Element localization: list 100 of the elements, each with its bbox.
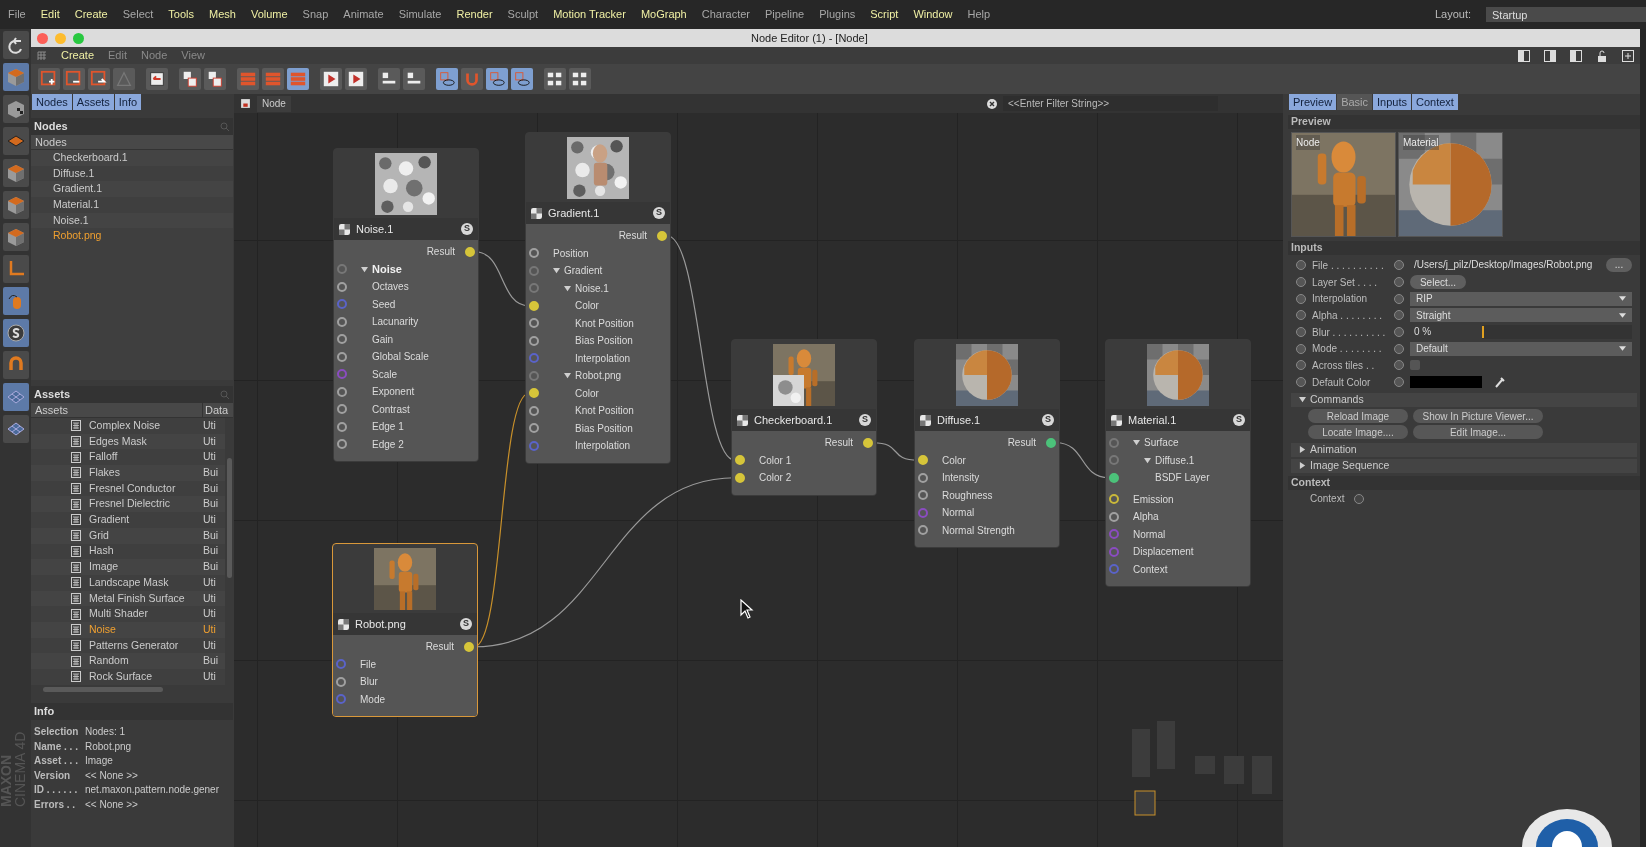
menu-item[interactable]: Help bbox=[967, 6, 991, 23]
menu-item[interactable]: Select bbox=[122, 6, 154, 23]
port[interactable] bbox=[337, 334, 347, 345]
tab[interactable]: Nodes bbox=[32, 94, 73, 110]
menu-item[interactable]: Snap bbox=[302, 6, 329, 23]
group-header[interactable]: Animation bbox=[1291, 442, 1637, 457]
menu-item[interactable]: Volume bbox=[250, 6, 288, 23]
lock-icon[interactable] bbox=[1596, 49, 1608, 62]
keyframe-icon[interactable] bbox=[1296, 260, 1306, 271]
port[interactable] bbox=[657, 230, 667, 241]
search-icon[interactable] bbox=[220, 389, 230, 400]
menu-item[interactable]: Pipeline bbox=[765, 6, 805, 23]
asset-row[interactable]: Fresnel Dielectric Bui bbox=[31, 496, 225, 513]
keyframe-icon[interactable] bbox=[1296, 277, 1306, 288]
port[interactable] bbox=[337, 281, 347, 292]
port[interactable] bbox=[337, 439, 347, 450]
port[interactable] bbox=[529, 388, 539, 399]
close-button[interactable] bbox=[37, 32, 48, 44]
node-card[interactable]: Material.1 S Surface Diffuse.1 BSDF Layer Emission Alpha Normal Displacement Context bbox=[1105, 339, 1251, 587]
mouse-icon[interactable] bbox=[2, 287, 29, 315]
keyframe-icon[interactable] bbox=[1394, 377, 1404, 388]
node-header[interactable]: Material.1 S bbox=[1106, 409, 1250, 431]
node-card[interactable]: Diffuse.1 S Result Color Intensity Roughness Normal Normal Strength bbox=[914, 339, 1060, 548]
port[interactable] bbox=[336, 676, 346, 687]
filter-field[interactable]: <<Enter Filter String>> bbox=[1003, 96, 1218, 111]
menu-item[interactable]: Character bbox=[701, 6, 751, 23]
play-icon[interactable] bbox=[345, 68, 367, 90]
node-add-icon[interactable] bbox=[38, 68, 60, 90]
menu-item[interactable]: Render bbox=[456, 6, 493, 23]
menu-item[interactable]: Animate bbox=[343, 6, 384, 23]
cube-icon[interactable] bbox=[2, 223, 29, 251]
stripes-icon[interactable] bbox=[262, 68, 284, 90]
stacked-nodes-icon[interactable] bbox=[179, 68, 201, 90]
layout-icon[interactable] bbox=[1544, 49, 1556, 62]
port[interactable] bbox=[529, 335, 539, 346]
port[interactable] bbox=[529, 405, 539, 416]
port[interactable] bbox=[863, 437, 873, 448]
menu-item[interactable]: File bbox=[8, 6, 26, 23]
port[interactable] bbox=[337, 386, 347, 397]
node-card[interactable]: Checkerboard.1 S Result Color 1 Color 2 bbox=[731, 339, 877, 496]
solo-badge[interactable]: S bbox=[1042, 414, 1054, 426]
node-icon[interactable] bbox=[240, 98, 251, 109]
port[interactable] bbox=[337, 316, 347, 327]
port[interactable] bbox=[918, 455, 928, 466]
tab[interactable]: Context bbox=[1412, 94, 1459, 110]
asset-row[interactable]: Flakes Bui bbox=[31, 465, 225, 481]
checker-cube-icon[interactable] bbox=[2, 95, 29, 123]
layout-dropdown[interactable]: Startup bbox=[1486, 7, 1646, 22]
magnet-icon[interactable] bbox=[2, 351, 29, 379]
port[interactable] bbox=[529, 318, 539, 329]
tab[interactable]: Info bbox=[114, 94, 143, 110]
command-button[interactable]: Edit Image... bbox=[1413, 424, 1543, 439]
port[interactable] bbox=[465, 246, 475, 257]
port[interactable] bbox=[529, 423, 539, 434]
keyframe-icon[interactable] bbox=[1394, 277, 1404, 288]
node-header[interactable]: Noise.1 S bbox=[334, 218, 478, 240]
tree-item[interactable]: Gradient.1 bbox=[31, 181, 233, 198]
solo-badge[interactable]: S bbox=[1233, 414, 1245, 426]
expand-triangle-icon[interactable] bbox=[553, 267, 560, 275]
node-header[interactable]: Gradient.1 S bbox=[526, 202, 670, 224]
keyframe-icon[interactable] bbox=[1394, 310, 1404, 321]
menu-item[interactable]: Sculpt bbox=[507, 6, 539, 23]
node-card[interactable]: Noise.1 S Result Noise Octaves Seed Lacunarity Gain Global Scale Scale Exponent Contrast Edge 1 Edge 2 bbox=[333, 148, 479, 462]
align-nodes-icon[interactable] bbox=[378, 68, 400, 90]
color-swatch[interactable] bbox=[1410, 376, 1482, 389]
expand-triangle-icon[interactable] bbox=[564, 372, 571, 380]
grip-icon[interactable] bbox=[37, 50, 47, 61]
axis-icon[interactable] bbox=[2, 255, 29, 283]
solo-badge[interactable]: S bbox=[461, 223, 473, 235]
layout-icon[interactable] bbox=[1518, 49, 1530, 62]
dropdown[interactable]: Straight bbox=[1410, 308, 1632, 323]
node-arrange-icon[interactable] bbox=[569, 68, 591, 90]
node-card[interactable]: Robot.png S Result File Blur Mode bbox=[332, 543, 478, 717]
expand-triangle-icon[interactable] bbox=[361, 265, 368, 273]
menu-item[interactable]: Mesh bbox=[209, 6, 236, 23]
port[interactable] bbox=[1109, 511, 1119, 522]
port[interactable] bbox=[529, 248, 539, 259]
scrollbar[interactable] bbox=[31, 684, 233, 695]
group-header[interactable]: Image Sequence bbox=[1291, 458, 1637, 473]
port[interactable] bbox=[337, 421, 347, 432]
search-icon[interactable] bbox=[220, 121, 230, 132]
stacked-nodes-icon[interactable] bbox=[204, 68, 226, 90]
browse-button[interactable]: ... bbox=[1606, 258, 1632, 273]
solo-badge[interactable]: S bbox=[859, 414, 871, 426]
tab[interactable]: Assets bbox=[72, 94, 115, 110]
keyframe-icon[interactable] bbox=[1394, 327, 1404, 338]
keyframe-icon[interactable] bbox=[1296, 293, 1306, 304]
stripes-icon[interactable] bbox=[237, 68, 259, 90]
port[interactable] bbox=[337, 351, 347, 362]
menu-item[interactable]: Create bbox=[61, 47, 95, 64]
port[interactable] bbox=[735, 455, 745, 466]
keyframe-icon[interactable] bbox=[1296, 327, 1306, 338]
command-button[interactable]: Show In Picture Viewer... bbox=[1413, 408, 1543, 423]
port[interactable] bbox=[918, 525, 928, 536]
eye-node-icon[interactable] bbox=[436, 68, 458, 90]
port[interactable] bbox=[1109, 494, 1119, 505]
scrollbar[interactable] bbox=[225, 418, 233, 685]
menu-item[interactable]: Motion Tracker bbox=[553, 6, 626, 23]
align-nodes-icon[interactable] bbox=[403, 68, 425, 90]
command-button[interactable]: Locate Image.... bbox=[1308, 424, 1408, 439]
